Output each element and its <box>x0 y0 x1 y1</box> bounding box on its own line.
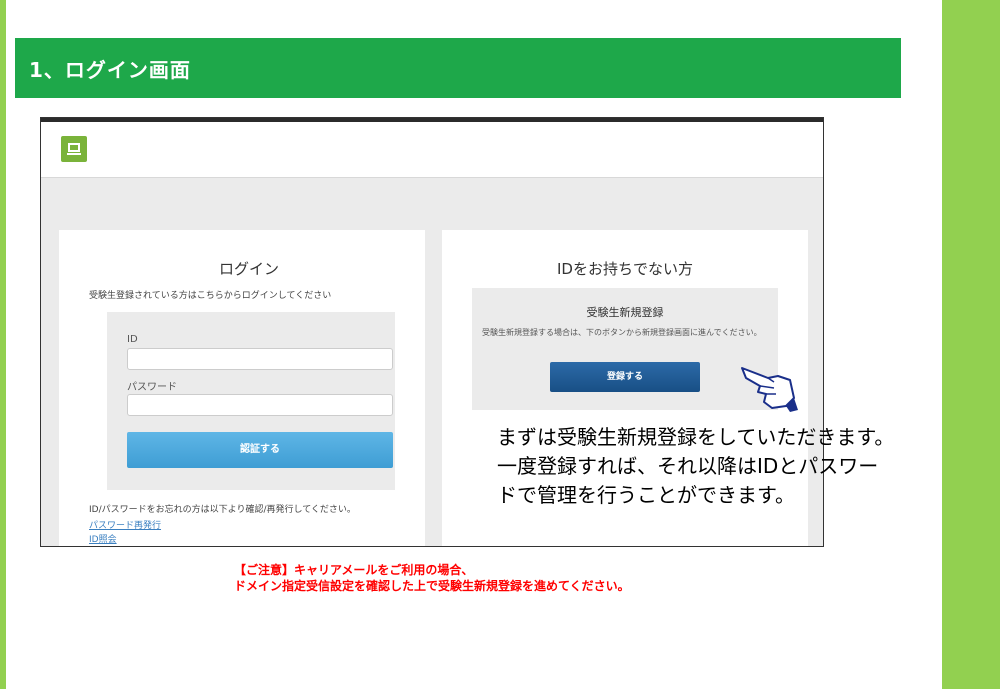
notice-line-1: 【ご注意】キャリアメールをご利用の場合、 <box>234 563 474 577</box>
section-title: 1、ログイン画面 <box>29 58 191 82</box>
pointing-hand-icon <box>741 367 798 412</box>
callout-line-3: ドで管理を行うことができます。 <box>497 483 795 507</box>
authenticate-button[interactable]: 認証する <box>127 432 393 468</box>
register-box: 受験生新規登録 受験生新規登録する場合は、下のボタンから新規登録画面に進んでくだ… <box>472 288 778 410</box>
left-green-stripe <box>0 0 6 689</box>
login-title: ログイン <box>218 260 279 278</box>
navbar <box>41 122 823 178</box>
forgot-text: ID/パスワードをお忘れの方は以下より確認/再発行してください。 <box>89 505 356 515</box>
section-header: 1、ログイン画面 <box>15 38 901 98</box>
right-green-stripe <box>942 0 1000 689</box>
login-card: ログイン 受験生登録されている方はこちらからログインしてください ID パスワー… <box>59 230 425 546</box>
caution-notice: 【ご注意】キャリアメールをご利用の場合、 ドメイン指定受信設定を確認した上で受験… <box>234 562 630 594</box>
monitor-icon[interactable] <box>61 136 87 162</box>
register-title: IDをお持ちでない方 <box>557 260 693 278</box>
password-input[interactable] <box>127 394 393 416</box>
register-button[interactable]: 登録する <box>550 362 700 392</box>
reset-password-link[interactable]: パスワード再発行 <box>89 518 161 531</box>
login-subtitle: 受験生登録されている方はこちらからログインしてください <box>89 291 332 301</box>
callout-line-2: 一度登録すれば、それ以降はIDとパスワー <box>497 454 879 478</box>
register-description: 受験生新規登録する場合は、下のボタンから新規登録画面に進んでください。 <box>482 328 762 337</box>
id-label: ID <box>127 334 138 345</box>
login-form: ID パスワード 認証する <box>107 312 395 490</box>
id-inquiry-link[interactable]: ID照会 <box>89 532 117 545</box>
callout-line-1: まずは受験生新規登録をしていただきます。 <box>497 425 895 449</box>
notice-line-2: ドメイン指定受信設定を確認した上で受験生新規登録を進めてください。 <box>234 579 630 593</box>
password-label: パスワード <box>127 382 177 393</box>
register-box-title: 受験生新規登録 <box>586 306 664 319</box>
id-input[interactable] <box>127 348 393 370</box>
explanation-callout: まずは受験生新規登録をしていただきます。 一度登録すれば、それ以降はIDとパスワ… <box>497 423 937 510</box>
